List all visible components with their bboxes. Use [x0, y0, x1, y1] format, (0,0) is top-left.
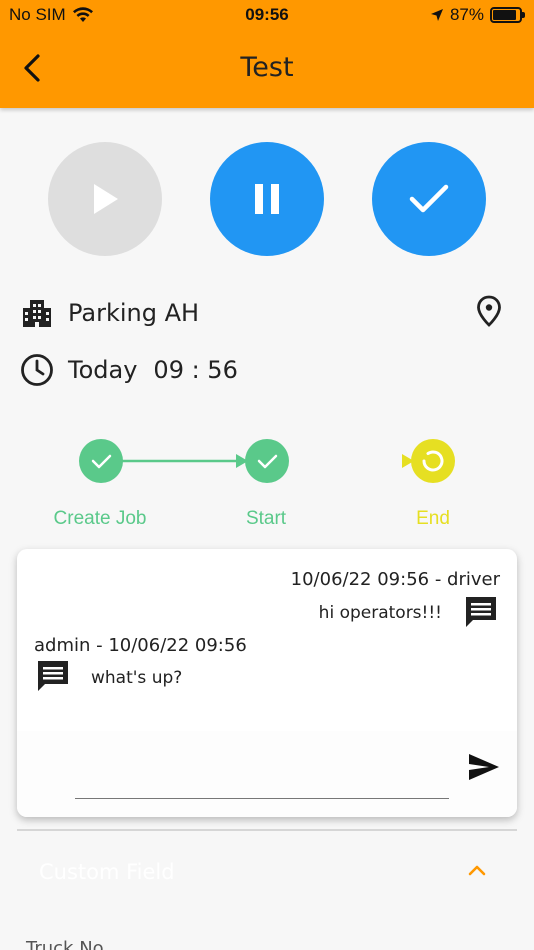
message-icon	[36, 659, 70, 697]
check-icon	[409, 184, 449, 213]
send-icon	[469, 754, 499, 780]
message-meta: admin - 10/06/22 09:56	[34, 635, 247, 656]
step-label-create-job: Create Job	[53, 508, 147, 529]
message-text: what's up?	[91, 668, 183, 688]
time-value: 09 : 56	[153, 356, 238, 384]
play-icon	[94, 184, 118, 214]
complete-button[interactable]	[372, 142, 486, 256]
message-icon	[464, 595, 498, 633]
chevron-up-icon[interactable]	[467, 862, 487, 878]
map-pin-button[interactable]	[474, 295, 504, 327]
send-button[interactable]	[467, 752, 501, 782]
custom-field-section[interactable]: Custom Field	[17, 832, 517, 912]
step-label-start: Start	[245, 508, 287, 529]
step-label-end: End	[416, 508, 450, 529]
custom-field-title: Custom Field	[39, 860, 175, 884]
step-start-icon	[245, 439, 289, 483]
message-text: hi operators!!!	[318, 603, 442, 623]
clock-icon	[20, 353, 54, 387]
battery-status: 87%	[430, 5, 525, 25]
app-bar: No SIM 09:56 87% Test	[0, 0, 534, 108]
map-pin-icon	[477, 295, 501, 327]
time-row: Today 09 : 56	[20, 353, 238, 387]
job-stepper: Create Job Start End	[0, 430, 534, 540]
status-bar: No SIM 09:56 87%	[0, 0, 534, 30]
chat-input[interactable]	[75, 759, 449, 799]
location-arrow-icon	[430, 9, 443, 21]
truck-no-label: Truck No	[26, 938, 104, 950]
chat-card: 10/06/22 09:56 - driver hi operators!!! …	[17, 549, 517, 817]
stepper-graphic	[79, 439, 455, 483]
play-button[interactable]	[48, 142, 162, 256]
battery-percent: 87%	[449, 5, 484, 24]
step-end-icon	[411, 439, 455, 483]
section-divider	[17, 829, 517, 831]
pause-button[interactable]	[210, 142, 324, 256]
location-row: Parking AH	[20, 296, 199, 330]
pause-icon	[255, 184, 279, 214]
location-name: Parking AH	[68, 299, 200, 327]
page-title: Test	[240, 52, 294, 83]
battery-icon	[490, 7, 525, 23]
message-meta: 10/06/22 09:56 - driver	[290, 569, 500, 590]
step-create-job-icon	[79, 439, 123, 483]
time-day: Today	[68, 356, 138, 384]
building-icon	[20, 296, 54, 330]
